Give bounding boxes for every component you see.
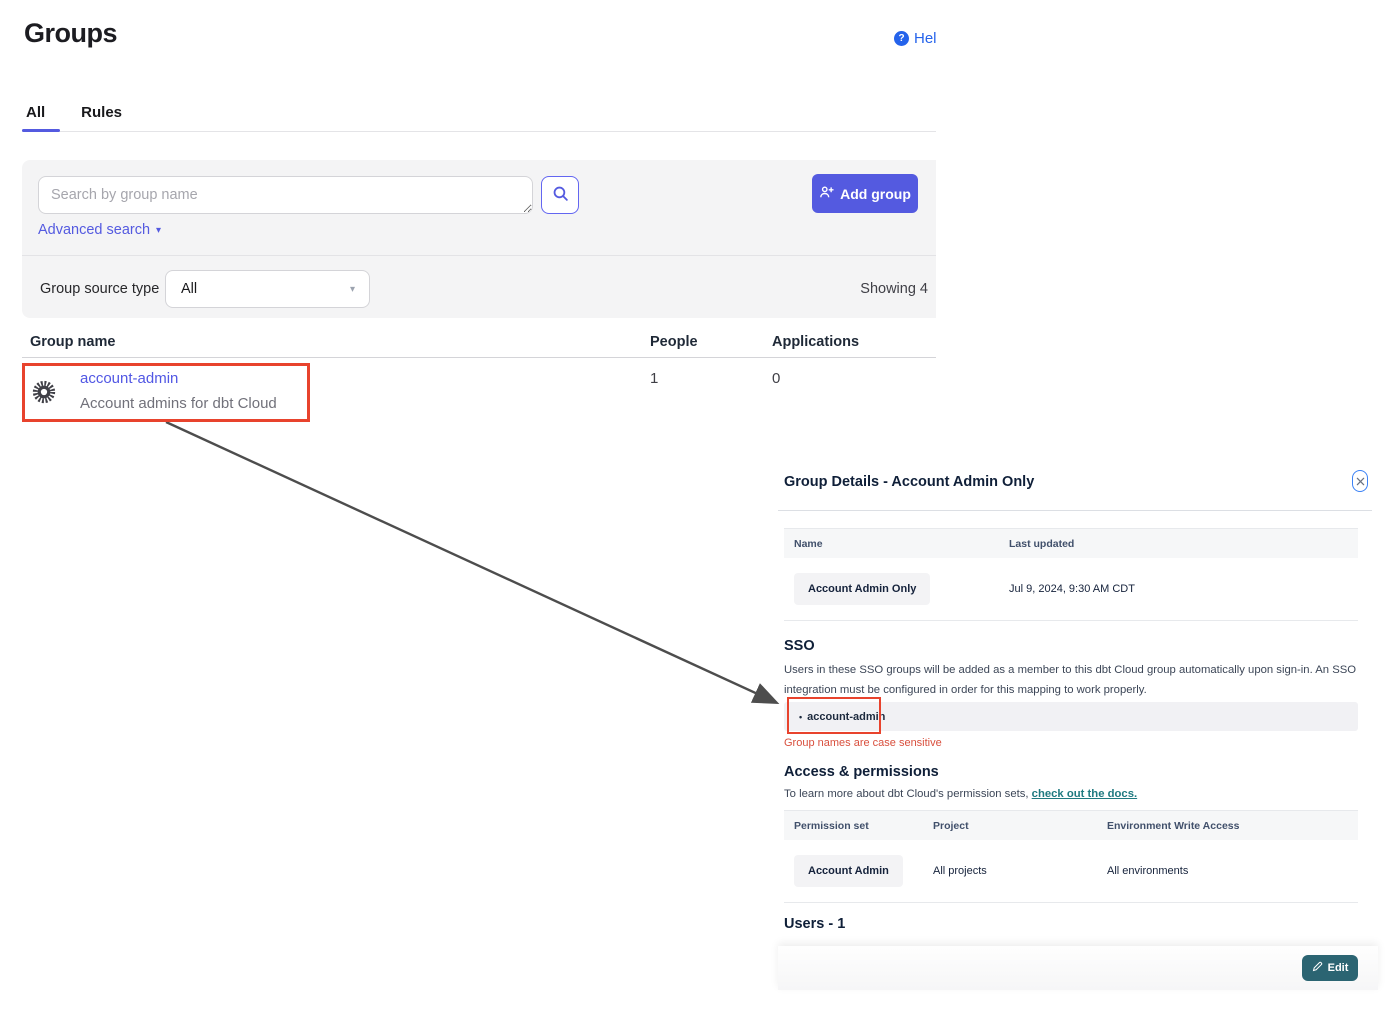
tab-all[interactable]: All xyxy=(26,104,45,121)
sso-description: Users in these SSO groups will be added … xyxy=(784,660,1358,700)
group-applications-count: 0 xyxy=(772,370,780,387)
caret-down-icon: ▾ xyxy=(156,225,161,236)
add-group-label: Add group xyxy=(840,186,911,202)
case-sensitive-note: Group names are case sensitive xyxy=(784,737,942,749)
search-icon xyxy=(552,185,569,205)
group-name-chip: Account Admin Only xyxy=(794,573,930,605)
advanced-search-toggle[interactable]: Advanced search ▾ xyxy=(38,222,161,238)
bullet-icon: • xyxy=(799,712,802,722)
help-question-icon: ? xyxy=(894,31,909,46)
pencil-icon xyxy=(1312,961,1323,975)
close-button[interactable] xyxy=(1352,470,1368,492)
sso-group-name: account-admin xyxy=(807,711,885,723)
group-source-type-value: All xyxy=(181,281,197,297)
permissions-table-row: Account Admin All projects All environme… xyxy=(784,840,1358,902)
group-gear-icon xyxy=(31,379,57,405)
column-header-applications: Applications xyxy=(772,334,859,350)
tabs-divider xyxy=(22,131,936,132)
permissions-table-header: Permission set Project Environment Write… xyxy=(784,811,1358,840)
search-button[interactable] xyxy=(541,176,579,214)
close-icon xyxy=(1356,474,1365,489)
add-user-icon xyxy=(819,185,834,202)
access-permissions-heading: Access & permissions xyxy=(784,764,939,780)
header-last-updated: Last updated xyxy=(1009,538,1358,550)
name-table: Name Last updated Account Admin Only Jul… xyxy=(784,528,1358,621)
select-caret-icon: ▾ xyxy=(350,284,355,295)
tab-bar: All Rules xyxy=(26,104,122,121)
page: Groups ? Help All Rules xyxy=(0,0,1386,1009)
search-area: Advanced search ▾ Add group xyxy=(22,160,936,255)
access-description-prefix: To learn more about dbt Cloud's permissi… xyxy=(784,788,1032,800)
advanced-search-label: Advanced search xyxy=(38,222,150,238)
panel-divider xyxy=(778,510,1372,511)
group-description: Account admins for dbt Cloud xyxy=(80,395,277,412)
panel-footer: Edit xyxy=(778,946,1378,990)
project-value: All projects xyxy=(933,865,1107,877)
header-project: Project xyxy=(933,820,1107,832)
help-link[interactable]: ? Help xyxy=(894,30,936,47)
table-header-divider xyxy=(22,357,936,358)
group-source-type-label: Group source type xyxy=(40,281,159,297)
users-heading: Users - 1 xyxy=(784,916,845,932)
group-source-type-select[interactable]: All ▾ xyxy=(165,270,370,308)
header-environment-write-access: Environment Write Access xyxy=(1107,820,1358,832)
search-input[interactable] xyxy=(38,176,533,214)
filter-panel: Advanced search ▾ Add group Group sour xyxy=(22,160,936,318)
group-details-panel: Group Details - Account Admin Only Name … xyxy=(778,458,1386,1009)
permission-set-chip: Account Admin xyxy=(794,855,903,887)
help-link-label: Help xyxy=(914,30,936,47)
header-permission-set: Permission set xyxy=(784,820,933,832)
showing-count: Showing 4 xyxy=(860,281,928,297)
column-header-group-name: Group name xyxy=(30,334,115,350)
add-group-button[interactable]: Add group xyxy=(812,174,918,213)
page-title: Groups xyxy=(24,18,117,49)
name-table-header: Name Last updated xyxy=(784,529,1358,558)
permissions-table: Permission set Project Environment Write… xyxy=(784,810,1358,903)
header-name: Name xyxy=(784,538,1009,550)
sso-group-chip-bar: • account-admin xyxy=(784,702,1358,731)
edit-button[interactable]: Edit xyxy=(1302,955,1358,981)
group-name-link[interactable]: account-admin xyxy=(80,370,178,387)
filter-panel-divider xyxy=(22,255,936,256)
tab-rules[interactable]: Rules xyxy=(81,104,122,121)
name-table-row: Account Admin Only Jul 9, 2024, 9:30 AM … xyxy=(784,558,1358,620)
column-header-people: People xyxy=(650,334,698,350)
docs-link[interactable]: check out the docs. xyxy=(1032,788,1137,800)
groups-list-screenshot: Groups ? Help All Rules xyxy=(0,0,936,450)
active-tab-indicator xyxy=(22,129,60,132)
last-updated-value: Jul 9, 2024, 9:30 AM CDT xyxy=(1009,583,1358,595)
panel-title: Group Details - Account Admin Only xyxy=(784,474,1034,490)
access-permissions-description: To learn more about dbt Cloud's permissi… xyxy=(784,788,1137,800)
group-people-count: 1 xyxy=(650,370,658,387)
edit-button-label: Edit xyxy=(1328,962,1349,974)
sso-heading: SSO xyxy=(784,638,815,654)
environment-write-access-value: All environments xyxy=(1107,865,1358,877)
